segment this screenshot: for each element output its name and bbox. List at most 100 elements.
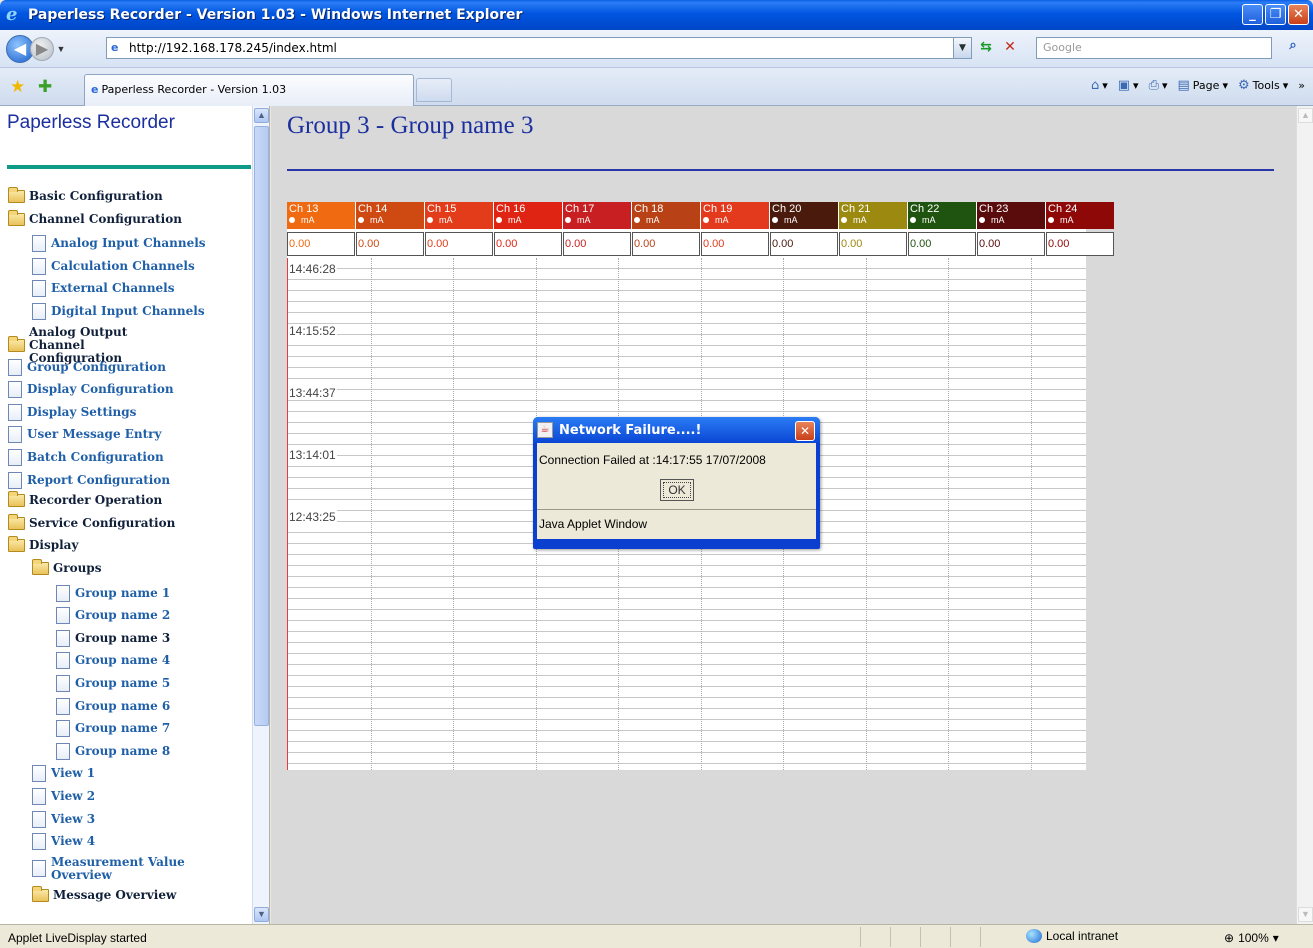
forward-button[interactable]: ▶ <box>30 36 54 61</box>
sidebar-item-measurement-value-overview[interactable]: Measurement Value Overview <box>32 855 186 882</box>
sidebar-item-digital-input-channels[interactable]: Digital Input Channels <box>32 303 205 320</box>
tab-toolbar: ★ ✚ e Paperless Recorder - Version 1.03 … <box>0 68 1313 106</box>
sidebar-item-message-overview[interactable]: Message Overview <box>32 885 176 902</box>
search-button[interactable]: ⌕ <box>1282 38 1304 58</box>
ok-button[interactable]: OK <box>660 479 694 501</box>
sidebar-item-display-settings[interactable]: Display Settings <box>8 403 136 421</box>
grid-line <box>371 258 372 770</box>
sidebar-item-service-configuration[interactable]: Service Configuration <box>8 513 175 530</box>
document-icon <box>32 860 46 878</box>
channel-header: Ch 23 mA <box>977 202 1045 229</box>
channel-name: Ch 16 <box>496 203 526 215</box>
content-scroll-up-button[interactable]: ▲ <box>1298 108 1313 123</box>
document-icon <box>32 257 46 275</box>
folder-icon <box>8 335 25 352</box>
sidebar-item-report-configuration[interactable]: Report Configuration <box>8 471 170 489</box>
sidebar-item-calculation-channels[interactable]: Calculation Channels <box>32 257 195 275</box>
address-dropdown-button[interactable]: ▼ <box>953 38 971 58</box>
navigation-frame: Paperless Recorder Basic Configuration Ch… <box>0 106 270 924</box>
sidebar-item-group-name-8[interactable]: Group name 8 <box>56 742 170 760</box>
channel-value: 0.00 <box>356 232 424 256</box>
search-input[interactable]: Google <box>1036 37 1272 59</box>
sidebar-item-group-name-2[interactable]: Group name 2 <box>56 607 170 625</box>
sidebar-item-group-name-4[interactable]: Group name 4 <box>56 652 170 670</box>
page-menu[interactable]: ▤ Page ▾ <box>1178 78 1228 93</box>
status-panel <box>920 927 950 947</box>
sidebar-item-label: View 3 <box>51 811 96 826</box>
content-scrollbar[interactable]: ▲ ▼ <box>1296 106 1313 924</box>
sidebar-item-view-1[interactable]: View 1 <box>32 765 96 783</box>
sidebar-item-label: Channel Configuration <box>29 211 182 226</box>
channel-header: Ch 18 mA <box>632 202 700 229</box>
page-menu-label: Page <box>1192 79 1220 92</box>
sidebar-item-view-2[interactable]: View 2 <box>32 788 95 805</box>
channel-marker-icon <box>427 217 433 223</box>
home-icon: ⌂ <box>1090 78 1100 93</box>
sidebar-item-label: Group name 1 <box>75 585 171 600</box>
channel-unit: mA <box>301 215 315 225</box>
dialog-titlebar: ☕ Network Failure....! <box>533 417 820 443</box>
scroll-down-button[interactable]: ▼ <box>254 907 269 922</box>
zoom-control[interactable]: ⊕ 100% ▾ <box>1224 931 1279 945</box>
sidebar-item-basic-configuration[interactable]: Basic Configuration <box>8 187 163 203</box>
sidebar-item-label: Display <box>29 538 79 553</box>
status-text: Applet LiveDisplay started <box>8 931 147 945</box>
stop-button[interactable]: ✕ <box>1000 39 1020 59</box>
document-icon <box>56 584 70 602</box>
title-underline <box>287 169 1274 171</box>
sidebar-item-view-3[interactable]: View 3 <box>32 810 96 828</box>
sidebar-item-group-name-3[interactable]: Group name 3 <box>56 629 171 647</box>
sidebar-item-label: User Message Entry <box>27 427 162 442</box>
channel-value: 0.00 <box>977 232 1045 256</box>
address-bar[interactable]: e http://192.168.178.245/index.html ▼ <box>106 37 972 59</box>
status-panel <box>890 927 920 947</box>
tab-paperless-recorder[interactable]: e Paperless Recorder - Version 1.03 <box>84 74 414 106</box>
sidebar-item-display[interactable]: Display <box>8 536 79 553</box>
sidebar-divider <box>7 165 251 169</box>
sidebar-item-group-configuration[interactable]: Group Configuration <box>8 358 166 376</box>
time-label: 13:14:01 <box>288 448 337 462</box>
channel-name: Ch 23 <box>979 203 1009 215</box>
maximize-button[interactable]: ❐ <box>1265 4 1286 25</box>
dialog-close-button[interactable]: ✕ <box>795 421 815 441</box>
home-button[interactable]: ⌂ ▾ <box>1091 78 1108 93</box>
grid-line <box>453 258 454 770</box>
sidebar-item-group-name-7[interactable]: Group name 7 <box>56 720 170 738</box>
sidebar-item-analog-input-channels[interactable]: Analog Input Channels <box>32 235 206 253</box>
sidebar-item-group-name-6[interactable]: Group name 6 <box>56 697 170 715</box>
sidebar-item-display-configuration[interactable]: Display Configuration <box>8 381 174 399</box>
history-dropdown-button[interactable]: ▼ <box>54 44 68 54</box>
new-tab-button[interactable] <box>416 78 452 102</box>
refresh-button[interactable]: ⇆ <box>976 39 996 59</box>
feeds-button[interactable]: ▣ ▾ <box>1118 78 1139 93</box>
favorites-star-icon[interactable]: ★ <box>10 77 25 97</box>
sidebar-item-user-message-entry[interactable]: User Message Entry <box>8 426 162 444</box>
add-favorites-icon[interactable]: ✚ <box>38 77 52 97</box>
sidebar-item-external-channels[interactable]: External Channels <box>32 280 175 298</box>
sidebar-item-label: Group name 3 <box>75 630 171 645</box>
address-url[interactable]: http://192.168.178.245/index.html <box>129 41 337 55</box>
status-panel <box>950 927 980 947</box>
scroll-up-button[interactable]: ▲ <box>254 108 269 123</box>
document-icon <box>32 788 46 805</box>
sidebar-item-group-name-1[interactable]: Group name 1 <box>56 584 171 602</box>
sidebar-item-label: External Channels <box>51 281 175 296</box>
sidebar-item-batch-configuration[interactable]: Batch Configuration <box>8 449 164 466</box>
security-zone[interactable]: Local intranet <box>1026 929 1118 943</box>
sidebar-item-label: View 1 <box>51 766 96 781</box>
minimize-button[interactable]: _ <box>1242 4 1263 25</box>
sidebar-item-recorder-operation[interactable]: Recorder Operation <box>8 491 162 508</box>
content-scroll-down-button[interactable]: ▼ <box>1298 907 1313 922</box>
sidebar-scrollbar[interactable]: ▲ ▼ <box>252 106 269 924</box>
sidebar-item-channel-configuration[interactable]: Channel Configuration <box>8 209 182 226</box>
close-button[interactable]: ✕ <box>1288 4 1309 25</box>
sidebar-item-view-4[interactable]: View 4 <box>32 833 95 851</box>
sidebar-item-groups[interactable]: Groups <box>32 559 101 575</box>
document-icon <box>56 652 70 670</box>
tools-menu[interactable]: ⚙ Tools ▾ <box>1238 78 1288 93</box>
channel-marker-icon <box>841 217 847 223</box>
sidebar-item-group-name-5[interactable]: Group name 5 <box>56 675 170 692</box>
scroll-thumb[interactable] <box>254 126 269 726</box>
toolbar-overflow-icon[interactable]: » <box>1298 79 1305 92</box>
print-button[interactable]: ⎙ ▾ <box>1149 78 1168 93</box>
